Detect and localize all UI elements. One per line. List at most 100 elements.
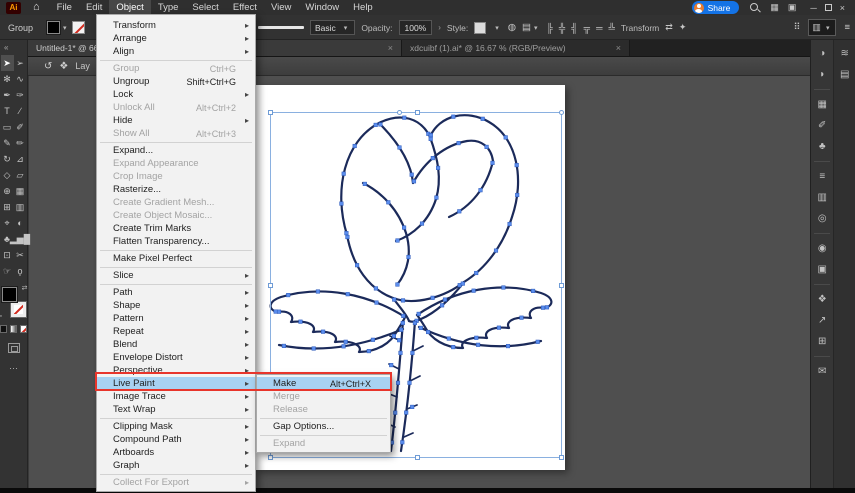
scale-tool-icon[interactable]: ⊿ — [14, 151, 27, 167]
close-button[interactable]: × — [836, 3, 849, 13]
anchor-point[interactable] — [373, 122, 378, 127]
anchor-point[interactable] — [428, 136, 433, 141]
menu-item-rasterize[interactable]: Rasterize... — [97, 183, 255, 196]
anchor-point[interactable] — [501, 285, 506, 290]
anchor-point[interactable] — [505, 344, 511, 349]
anchor-point[interactable] — [386, 200, 391, 205]
menubar-item-window[interactable]: Window — [298, 0, 346, 15]
anchor-point[interactable] — [355, 263, 360, 268]
anchor-point[interactable] — [418, 325, 423, 330]
anchor-point[interactable] — [389, 363, 394, 368]
libraries-panel-icon[interactable]: ▤ — [835, 66, 854, 83]
menu-item-shape[interactable]: Shape ▸ — [97, 299, 255, 312]
menu-item-pattern[interactable]: Pattern ▸ — [97, 312, 255, 325]
opacity-expand-icon[interactable]: › — [438, 23, 441, 32]
artboards-panel-icon[interactable]: ⊞ — [813, 333, 832, 350]
anchor-point[interactable] — [446, 336, 451, 341]
transform-label[interactable]: Transform — [621, 23, 659, 33]
symbols-panel-icon[interactable]: ♣ — [813, 138, 832, 155]
shaper-tool-icon[interactable]: ✏ — [14, 135, 27, 151]
column-graph-tool-icon[interactable]: ▂▅█ — [10, 231, 30, 247]
magic-wand-tool-icon[interactable]: ✻ — [1, 71, 14, 87]
restore-button[interactable] — [821, 3, 836, 13]
graphic-styles-panel-icon[interactable]: ▣ — [813, 261, 832, 278]
anchor-point[interactable] — [400, 320, 405, 326]
menu-item-clipping-mask[interactable]: Clipping Mask ▸ — [97, 420, 255, 433]
stroke-panel-icon[interactable]: ≡ — [813, 168, 832, 185]
anchor-point[interactable] — [366, 349, 371, 354]
swatches-panel-icon[interactable]: ▦ — [813, 96, 832, 113]
align-horizontal-right-icon[interactable]: ╣ — [571, 23, 577, 33]
menu-item-envelope-distort[interactable]: Envelope Distort ▸ — [97, 351, 255, 364]
menu-item-ungroup[interactable]: Ungroup Shift+Ctrl+G — [97, 75, 255, 88]
menu-item-hide[interactable]: Hide ▸ — [97, 114, 255, 127]
menu-item-live-paint[interactable]: Live Paint ▸ — [97, 377, 255, 390]
anchor-point[interactable] — [352, 143, 357, 149]
menu-item-path[interactable]: Path ▸ — [97, 286, 255, 299]
anchor-point[interactable] — [471, 288, 476, 293]
anchor-point[interactable] — [503, 135, 508, 140]
paintbrush-tool-icon[interactable]: ✐ — [14, 119, 27, 135]
search-icon[interactable] — [749, 2, 760, 13]
anchor-point[interactable] — [478, 188, 483, 193]
anchor-point[interactable] — [406, 254, 411, 260]
menubar-item-select[interactable]: Select — [185, 0, 225, 15]
anchor-point[interactable] — [474, 270, 479, 276]
slice-tool-icon[interactable]: ✂ — [14, 247, 27, 263]
menu-item-make-pixel-perfect[interactable]: Make Pixel Perfect — [97, 252, 255, 265]
gradient-panel-icon[interactable]: ▥ — [813, 189, 832, 206]
menu-item-align[interactable]: Align ▸ — [97, 45, 255, 58]
anchor-point[interactable] — [474, 335, 479, 340]
anchor-point[interactable] — [281, 343, 286, 348]
color-mode-button[interactable] — [0, 325, 7, 333]
menu-item-slice[interactable]: Slice ▸ — [97, 269, 255, 282]
rectangle-tool-icon[interactable]: ▭ — [1, 119, 14, 135]
line-segment-tool-icon[interactable]: ∕ — [14, 103, 27, 119]
minimize-button[interactable]: ─ — [806, 3, 820, 13]
anchor-point[interactable] — [456, 141, 461, 146]
align-horizontal-center-icon[interactable]: ╬ — [559, 23, 565, 33]
anchor-point[interactable] — [345, 292, 350, 297]
menubar-item-effect[interactable]: Effect — [226, 0, 264, 15]
anchor-point[interactable] — [419, 221, 425, 226]
menu-item-text-wrap[interactable]: Text Wrap ▸ — [97, 403, 255, 416]
anchor-point[interactable] — [514, 163, 519, 168]
gradient-mode-button[interactable] — [10, 325, 17, 333]
dock-panel-icon[interactable]: ▥ ▾ — [808, 19, 837, 36]
anchor-point[interactable] — [341, 171, 346, 176]
menu-item-create-trim-marks[interactable]: Create Trim Marks — [97, 222, 255, 235]
anchor-point[interactable] — [493, 248, 499, 253]
collapse-toolbar-icon[interactable]: « — [0, 40, 27, 55]
pencil-tool-icon[interactable]: ✎ — [1, 135, 14, 151]
anchor-point[interactable] — [515, 192, 520, 198]
panel-menu-icon[interactable]: ≡ — [844, 22, 850, 33]
anchor-point[interactable] — [440, 303, 445, 308]
anchor-point[interactable] — [343, 339, 348, 344]
layers-panel-icon[interactable]: ❖ — [813, 291, 832, 308]
zoom-tool-icon[interactable]: ϙ — [14, 263, 27, 279]
anchor-point[interactable] — [404, 410, 409, 415]
anchor-point[interactable] — [321, 329, 326, 334]
anchor-point[interactable] — [412, 320, 417, 326]
appearance-panel-icon[interactable]: ◉ — [813, 240, 832, 257]
anchor-point[interactable] — [402, 115, 407, 120]
anchor-point[interactable] — [484, 144, 489, 149]
anchor-point[interactable] — [507, 221, 512, 227]
anchor-point[interactable] — [339, 201, 344, 206]
anchor-point[interactable] — [519, 315, 524, 320]
anchor-point[interactable] — [399, 327, 404, 332]
anchor-point[interactable] — [490, 160, 495, 165]
isolate-mode-icon[interactable]: ✦ — [679, 22, 687, 33]
anchor-point[interactable] — [374, 300, 379, 305]
align-vertical-top-icon[interactable]: ╦ — [584, 23, 590, 33]
anchor-point[interactable] — [401, 313, 406, 318]
menu-item-make[interactable]: Make Alt+Ctrl+X — [257, 377, 390, 390]
menubar-item-type[interactable]: Type — [151, 0, 186, 15]
curvature-tool-icon[interactable]: ✑ — [14, 87, 27, 103]
anchor-point[interactable] — [409, 172, 414, 177]
layers-icon[interactable]: ❖ — [59, 61, 68, 72]
color-panel-icon[interactable]: ◑ — [813, 45, 832, 62]
anchor-point[interactable] — [496, 325, 501, 330]
shape-builder-tool-icon[interactable]: ⊕ — [1, 183, 14, 199]
tab-close-icon[interactable]: × — [616, 43, 621, 53]
